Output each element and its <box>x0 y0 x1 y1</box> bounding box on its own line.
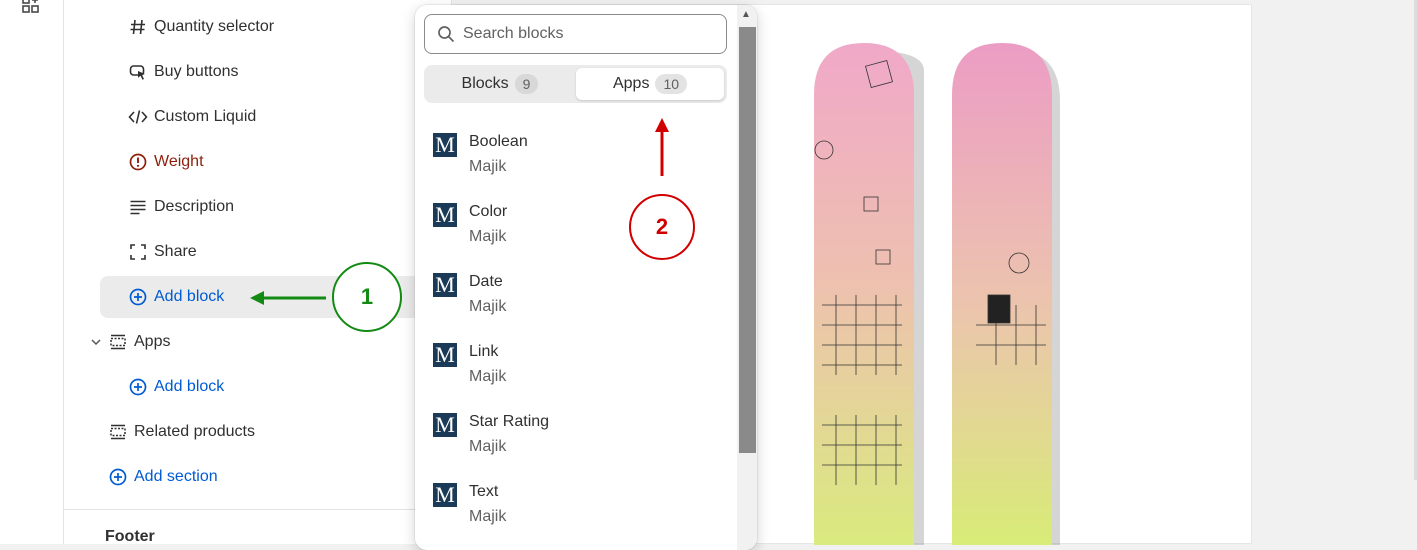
add-section-button[interactable]: Add section <box>108 456 218 498</box>
left-rail <box>0 0 64 544</box>
code-icon <box>128 107 148 127</box>
app-block-vendor: Majik <box>469 438 507 455</box>
search-placeholder: Search blocks <box>463 25 564 42</box>
majik-logo-icon: M <box>433 272 457 297</box>
app-block-name: Color <box>469 203 508 220</box>
app-block-vendor: Majik <box>469 508 507 525</box>
app-block-name: Boolean <box>469 133 528 150</box>
app-block-item[interactable]: M Date Majik <box>433 267 713 323</box>
app-block-name: Star Rating <box>469 413 550 430</box>
app-block-item[interactable]: M Text Majik <box>433 477 713 533</box>
block-label: Weight <box>154 153 204 170</box>
majik-logo-icon: M <box>433 342 457 367</box>
block-label: Buy buttons <box>154 63 239 80</box>
add-section-label: Add section <box>134 468 218 485</box>
section-icon <box>108 422 128 442</box>
block-description[interactable]: Description <box>128 186 234 228</box>
arrow-up-icon <box>655 118 669 176</box>
block-weight[interactable]: Weight <box>128 141 204 183</box>
apps-label: Apps <box>134 333 171 350</box>
block-label: Share <box>154 243 197 260</box>
tab-label: Apps <box>612 75 650 92</box>
tab-apps[interactable]: Apps 10 <box>576 68 724 100</box>
app-block-vendor: Majik <box>469 368 507 385</box>
block-buy-buttons[interactable]: Buy buttons <box>128 51 239 93</box>
cursor-button-icon <box>128 62 148 82</box>
plus-circle-icon <box>128 287 148 307</box>
majik-logo-icon: M <box>433 482 457 507</box>
tab-count: 10 <box>655 74 688 94</box>
block-quantity-selector[interactable]: Quantity selector <box>128 6 274 48</box>
scroll-up-arrow-icon[interactable]: ▲ <box>741 9 751 20</box>
step-2-marker: 2 <box>629 194 695 260</box>
plus-circle-icon <box>128 377 148 397</box>
tab-blocks[interactable]: Blocks 9 <box>427 68 573 100</box>
block-custom-liquid[interactable]: Custom Liquid <box>128 96 256 138</box>
text-align-icon <box>128 197 148 217</box>
app-block-name: Link <box>469 343 499 360</box>
apps-add-block-label: Add block <box>154 378 225 395</box>
tab-label: Blocks <box>461 75 509 92</box>
hash-icon <box>128 17 148 37</box>
app-block-item[interactable]: M Star Rating Majik <box>433 407 713 463</box>
app-block-vendor: Majik <box>469 298 507 315</box>
apps-section[interactable]: Apps <box>86 321 170 363</box>
tab-count: 9 <box>514 74 539 94</box>
plus-circle-icon <box>108 467 128 487</box>
theme-sidebar: Quantity selector Buy buttons Custom Liq… <box>64 0 452 544</box>
add-block-button[interactable]: Add block <box>128 276 224 318</box>
block-label: Quantity selector <box>154 18 275 35</box>
apps-add-icon[interactable] <box>22 0 40 14</box>
footer-group-label[interactable]: Footer <box>105 528 155 544</box>
app-block-item[interactable]: M Link Majik <box>433 337 713 393</box>
related-products-section[interactable]: Related products <box>108 411 255 453</box>
block-label: Custom Liquid <box>154 108 257 125</box>
add-block-popover: Search blocks Blocks 9 Apps 10 M Boolean… <box>415 5 757 550</box>
app-block-name: Text <box>469 483 499 500</box>
app-block-vendor: Majik <box>469 158 507 175</box>
app-block-name: Date <box>469 273 503 290</box>
majik-logo-icon: M <box>433 412 457 437</box>
majik-logo-icon: M <box>433 202 457 227</box>
block-tabs: Blocks 9 Apps 10 <box>424 65 727 103</box>
step-1-marker: 1 <box>332 262 402 332</box>
popover-scrollbar-thumb[interactable] <box>739 27 756 453</box>
share-frame-icon <box>128 242 148 262</box>
arrow-left-icon <box>250 291 326 305</box>
add-block-label: Add block <box>154 288 225 305</box>
block-share[interactable]: Share <box>128 231 197 273</box>
search-input[interactable]: Search blocks <box>424 14 727 54</box>
chevron-down-icon[interactable] <box>86 332 106 352</box>
section-icon <box>108 332 128 352</box>
alert-circle-icon <box>128 152 148 172</box>
block-label: Description <box>154 198 235 215</box>
majik-logo-icon: M <box>433 132 457 157</box>
app-block-vendor: Majik <box>469 228 507 245</box>
related-products-label: Related products <box>134 423 255 440</box>
section-divider <box>64 509 451 510</box>
apps-add-block-button[interactable]: Add block <box>128 366 224 408</box>
search-icon <box>438 26 455 43</box>
